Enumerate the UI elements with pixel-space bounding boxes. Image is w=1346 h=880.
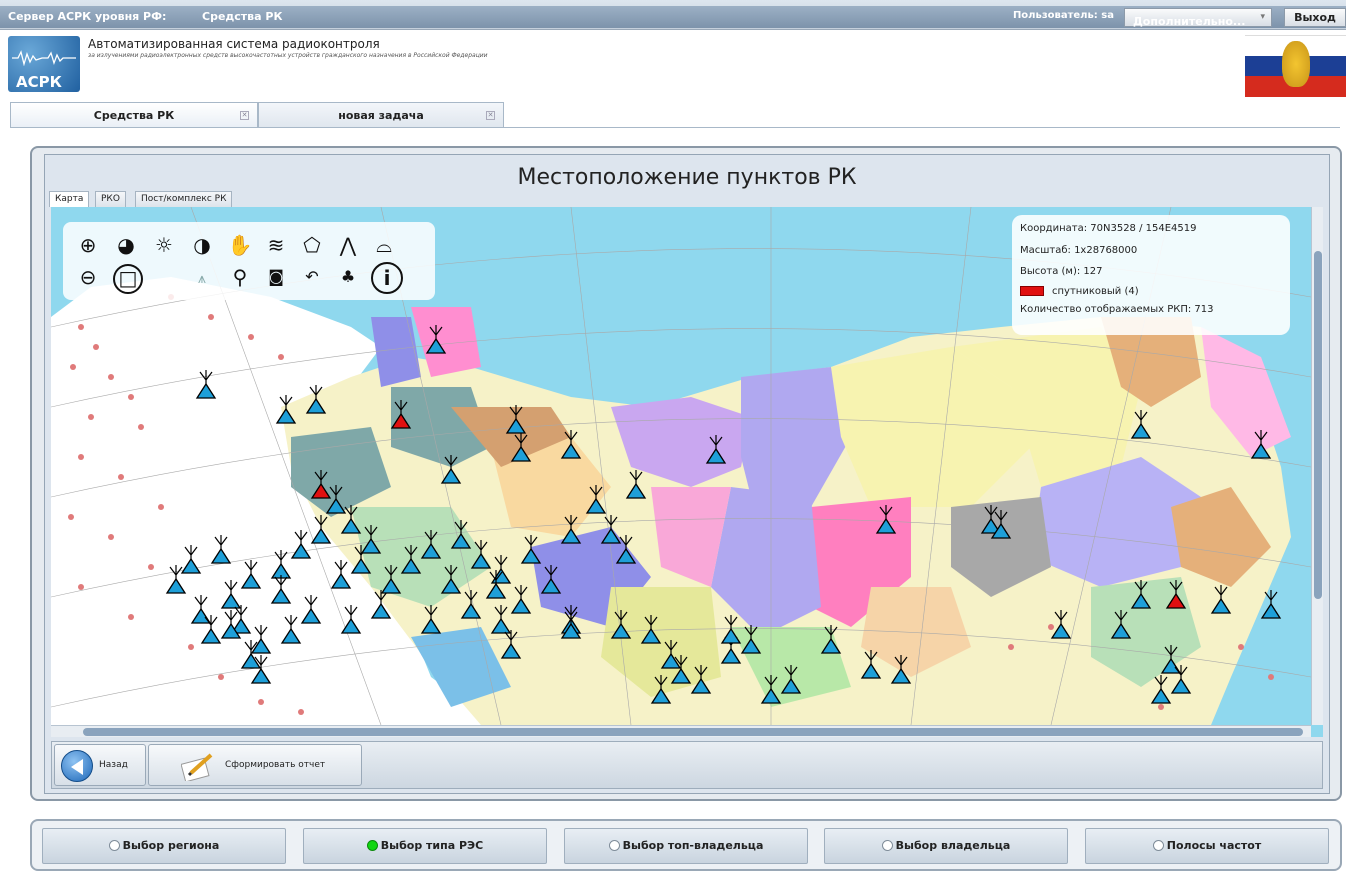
logo-text: АСРК [16,73,62,91]
filter-frequency-button[interactable]: Полосы частот [1085,828,1329,864]
map-panel: Местоположение пунктов РК Карта РКО Пост… [44,154,1330,794]
back-label: Назад [99,760,128,770]
coordinate-readout: Координата: 70N3528 / 154E4519 [1020,223,1197,234]
filter-label: Выбор типа РЭС [380,839,484,852]
extra-menu-label: Дополнительно... [1133,15,1246,28]
tab-divider [10,127,1340,128]
relief-icon[interactable]: ⌓ [371,232,397,258]
top-bar: Сервер АСРК уровня РФ: Средства РК Польз… [0,0,1346,30]
report-label: Сформировать отчет [225,760,326,770]
back-button[interactable]: Назад [54,744,146,786]
tab-label: новая задача [338,109,424,122]
subtab-post[interactable]: Пост/комплекс РК [135,191,233,207]
filter-label: Выбор региона [122,839,220,852]
map-toolbar: ⊕ ◕ ☼ ◑ ✋ ≋ ⬠ ⋀ ⌓ ⊖ □ ⩚ ⚲ ◙ ↶ ♣ i [63,222,435,300]
map-info-panel: Координата: 70N3528 / 154E4519 Масштаб: … [1012,215,1290,335]
radio-icon [608,840,620,851]
panel-actions: Назад Сформировать отчет [51,741,1323,789]
filter-label: Выбор владельца [895,839,1011,852]
app-logo: АСРК [8,36,80,92]
vertical-scrollbar[interactable] [1311,207,1323,725]
subtab-map[interactable]: Карта [49,191,90,207]
title-bar: Сервер АСРК уровня РФ: Средства РК Польз… [0,6,1346,28]
tab-sredstva-rk[interactable]: Средства РК ✕ [10,102,258,128]
scale-readout: Масштаб: 1x28768000 [1020,245,1138,256]
terrain-icon[interactable]: ⋀ [335,232,361,258]
select-rect-icon[interactable]: □ [113,264,143,294]
close-icon[interactable]: ✕ [486,111,495,120]
signal-wave-icon [12,50,76,66]
report-button[interactable]: Сформировать отчет [148,744,362,786]
exit-button[interactable]: Выход [1284,8,1346,27]
filter-top-owner-button[interactable]: Выбор топ-владельца [564,828,808,864]
zoom-out-icon[interactable]: ⊖ [75,264,101,290]
russia-flag [1245,35,1346,97]
close-icon[interactable]: ✕ [240,111,249,120]
info-icon[interactable]: i [371,262,403,294]
camera-icon[interactable]: ◙ [263,264,289,290]
extra-menu-button[interactable]: Дополнительно... ▾ [1124,8,1272,28]
radio-icon [1152,840,1164,851]
filter-owner-button[interactable]: Выбор владельца [824,828,1068,864]
radio-icon [881,840,893,851]
zoom-in-icon[interactable]: ⊕ [75,232,101,258]
horizontal-scrollbar[interactable] [51,725,1311,737]
server-label: Сервер АСРК уровня РФ: [8,10,167,23]
brightness-icon[interactable]: ☼ [151,232,177,258]
legend-swatch [1020,286,1044,296]
station-icon[interactable]: ⩚ [189,266,215,292]
app-subtitle: за излучениями радиоэлектронных средств … [88,52,488,59]
globe-icon[interactable]: ◕ [113,232,139,258]
filter-label: Выбор топ-владельца [622,839,764,852]
section-label: Средства РК [202,10,283,23]
scroll-thumb[interactable] [83,728,1303,736]
page-title: Местоположение пунктов РК [517,165,857,190]
undo-icon[interactable]: ↶ [299,264,325,290]
scroll-thumb[interactable] [1314,251,1322,599]
main-panel: Местоположение пунктов РК Карта РКО Пост… [30,146,1342,801]
subtab-rko[interactable]: РКО [95,191,126,207]
user-label: Пользователь: sa [1012,10,1114,21]
filter-label: Полосы частот [1166,839,1262,852]
radio-selected-icon [366,840,378,851]
search-icon[interactable]: ⚲ [227,264,253,290]
station-marker[interactable] [1260,602,1282,619]
tab-label: Средства РК [93,109,175,122]
coat-of-arms-icon [1282,41,1310,87]
tree-icon[interactable]: ♣ [335,264,361,290]
report-pencil-icon [181,753,213,781]
app-title: Автоматизированная система радиоконтроля [88,37,380,51]
height-readout: Высота (м): 127 [1020,266,1103,277]
contrast-icon[interactable]: ◑ [189,232,215,258]
legend-label: спутниковый (4) [1052,286,1139,297]
station-count: Количество отображаемых РКП: 713 [1020,304,1214,315]
map-view[interactable]: ⊕ ◕ ☼ ◑ ✋ ≋ ⬠ ⋀ ⌓ ⊖ □ ⩚ ⚲ ◙ ↶ ♣ i Коорди… [51,207,1323,737]
pan-hand-icon[interactable]: ✋ [227,232,253,258]
tab-new-task[interactable]: новая задача ✕ [258,102,504,128]
filter-bar: Выбор региона Выбор типа РЭС Выбор топ-в… [30,819,1342,871]
filter-res-type-button[interactable]: Выбор типа РЭС [303,828,547,864]
arrow-left-icon [61,750,93,782]
chevron-down-icon: ▾ [1260,12,1265,22]
layers-icon[interactable]: ≋ [263,232,289,258]
filter-region-button[interactable]: Выбор региона [42,828,286,864]
region-icon[interactable]: ⬠ [299,232,325,258]
radio-icon [108,840,120,851]
